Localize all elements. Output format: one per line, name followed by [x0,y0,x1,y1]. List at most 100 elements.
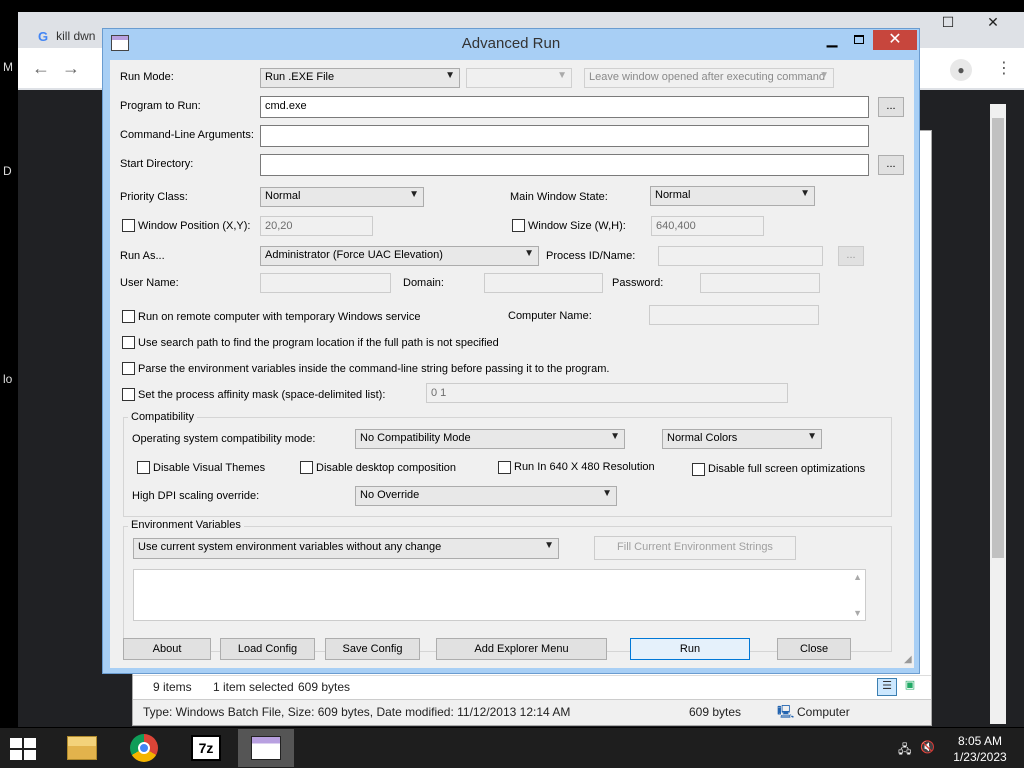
system-clock[interactable]: 8:05 AM 1/23/2023 [940,733,1020,765]
clock-time: 8:05 AM [957,734,1003,748]
minimize-button[interactable]: ▁ [819,31,845,51]
fill-env-button[interactable]: Fill Current Environment Strings [594,536,796,560]
start-dir-input[interactable] [260,154,869,176]
password-input[interactable] [700,273,820,293]
resize-grip-icon[interactable]: ◢ [904,654,912,665]
run-as-select[interactable]: Administrator (Force UAC Elevation) ▼ [260,246,539,266]
affinity-checkbox[interactable] [122,388,135,401]
browser-menu-icon[interactable]: ⋮ [996,58,1012,78]
disable-composition-label: Disable desktop composition [316,462,457,474]
window-option-value: Leave window opened after executing comm… [589,71,826,83]
scrollbar-thumb[interactable] [992,118,1004,558]
domain-input[interactable] [484,273,603,293]
computer-icon: 🖳 [777,704,795,719]
main-window-state-label: Main Window State: [510,191,608,203]
process-id-label: Process ID/Name: [546,250,636,262]
dialog-title: Advanced Run [461,35,561,52]
dpi-value: No Override [360,489,420,501]
user-name-input[interactable] [260,273,391,293]
page-text: D [3,164,12,178]
run-mode-label: Run Mode: [120,71,174,83]
about-button[interactable]: About [123,638,211,660]
affinity-input[interactable]: 0 1 [426,383,788,403]
add-explorer-menu-button[interactable]: Add Explorer Menu [436,638,607,660]
program-browse-button[interactable]: ... [878,97,904,117]
close-window-button[interactable]: ✕ [873,30,917,50]
scroll-down-icon[interactable]: ▼ [853,608,862,618]
environment-mode-select[interactable]: Use current system environment variables… [133,538,559,559]
disable-composition-checkbox[interactable] [300,461,313,474]
save-config-button[interactable]: Save Config [325,638,420,660]
chevron-down-icon: ▼ [602,488,612,499]
window-option-select[interactable]: Leave window opened after executing comm… [584,68,834,88]
colors-select[interactable]: Normal Colors ▼ [662,429,822,449]
dialog-body: Run Mode: Run .EXE File ▼ ▼ Leave window … [110,60,914,668]
password-label: Password: [612,277,664,289]
environment-mode-value: Use current system environment variables… [138,541,442,553]
file-explorer-taskbar-button[interactable] [54,729,110,767]
network-icon[interactable]: 🖧 [898,740,911,761]
window-position-checkbox[interactable] [122,219,135,232]
start-dir-label: Start Directory: [120,158,194,170]
file-details: Type: Windows Batch File, Size: 609 byte… [143,705,571,719]
cmdline-input[interactable] [260,125,869,147]
run-mode-select[interactable]: Run .EXE File ▼ [260,68,460,88]
os-compat-select[interactable]: No Compatibility Mode ▼ [355,429,625,449]
chevron-down-icon: ▼ [445,70,455,81]
7zip-taskbar-button[interactable]: 7z [178,729,234,767]
explorer-status-bar: 9 items 1 item selected 609 bytes ☰ ▣ [133,675,931,699]
start-dir-browse-button[interactable]: ... [878,155,904,175]
clock-date: 1/23/2023 [953,750,1007,764]
7zip-icon: 7z [191,735,221,761]
disable-fullscreen-label: Disable full screen optimizations [708,463,866,475]
disable-fullscreen-checkbox[interactable] [692,463,705,476]
domain-label: Domain: [403,277,444,289]
load-config-button[interactable]: Load Config [220,638,315,660]
back-arrow-icon[interactable]: ← [32,58,50,79]
cmdline-label: Command-Line Arguments: [120,129,254,141]
close-button[interactable]: Close [777,638,851,660]
remote-checkbox[interactable] [122,310,135,323]
main-window-state-value: Normal [655,189,691,201]
program-label: Program to Run: [120,100,201,112]
item-count: 9 items [153,680,192,694]
page-text: lo [3,372,13,386]
dpi-select[interactable]: No Override ▼ [355,486,617,506]
affinity-label: Set the process affinity mask (space-del… [138,389,386,401]
main-window-state-select[interactable]: Normal ▼ [650,186,815,206]
parse-env-checkbox[interactable] [122,362,135,375]
run-mode-option-select[interactable]: ▼ [466,68,572,88]
scroll-up-icon[interactable]: ▲ [853,572,862,582]
file-size: 609 bytes [689,705,742,719]
forward-arrow-icon[interactable]: → [62,58,80,79]
priority-select[interactable]: Normal ▼ [260,187,424,207]
disable-themes-checkbox[interactable] [137,461,150,474]
computer-name-input[interactable] [649,305,819,325]
chevron-down-icon: ▼ [610,431,620,442]
browser-close-button[interactable]: ✕ [978,12,1008,32]
process-id-input[interactable] [658,246,823,266]
program-input[interactable]: cmd.exe [260,96,869,118]
selection-size: 609 bytes [298,680,351,694]
windows-start-icon[interactable] [10,738,38,760]
advanced-run-taskbar-button[interactable] [238,729,294,767]
run-640-checkbox[interactable] [498,461,511,474]
profile-avatar-icon[interactable]: ● [950,59,972,81]
run-button[interactable]: Run [630,638,750,660]
window-size-input[interactable]: 640,400 [651,216,764,236]
maximize-button[interactable] [845,31,873,51]
chrome-taskbar-button[interactable] [116,729,172,767]
browser-maximize-button[interactable]: ☐ [933,12,963,32]
search-path-checkbox[interactable] [122,336,135,349]
details-view-icon[interactable]: ☰ [877,678,897,696]
window-size-checkbox[interactable] [512,219,525,232]
priority-value: Normal [265,190,301,202]
environment-textarea[interactable]: ▲ ▼ [133,569,866,621]
title-bar[interactable]: Advanced Run ▁ ✕ [103,29,919,59]
process-browse-button[interactable]: ... [838,246,864,266]
large-icons-view-icon[interactable]: ▣ [901,678,919,696]
volume-muted-icon[interactable]: 🔇 [920,740,935,754]
chevron-down-icon: ▼ [557,70,567,81]
chevron-down-icon: ▼ [544,540,554,551]
window-position-input[interactable]: 20,20 [260,216,373,236]
